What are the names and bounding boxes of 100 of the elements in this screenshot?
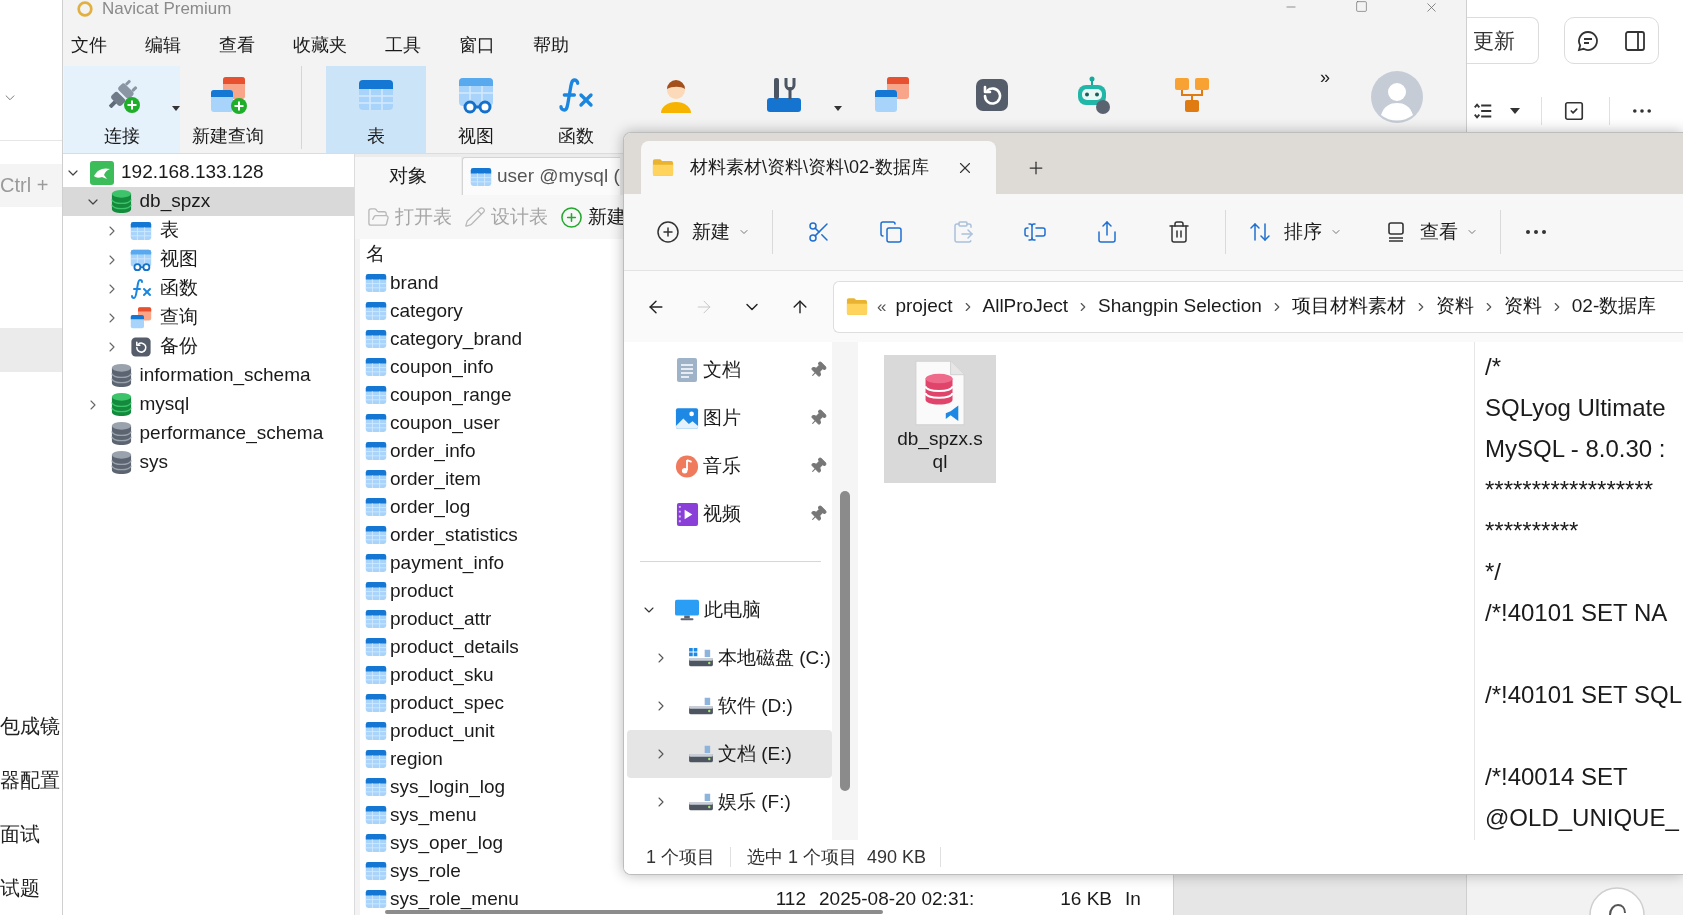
table-item[interactable]: product	[364, 579, 454, 603]
tree-item[interactable]: 192.168.133.128	[63, 158, 354, 187]
table-icon	[364, 775, 388, 799]
table-item[interactable]: coupon_range	[364, 383, 512, 407]
share-icon	[1095, 220, 1119, 244]
table-item[interactable]: sys_role	[364, 859, 461, 883]
table-item[interactable]: payment_info	[364, 551, 505, 575]
menu-item[interactable]: 工具	[385, 33, 421, 57]
table-item[interactable]: product_attr	[364, 607, 492, 631]
nav-item[interactable]: 软件 (D:)	[627, 682, 832, 730]
sidebar-item[interactable]: 面试	[0, 807, 62, 861]
tree-item[interactable]: 函数	[63, 274, 354, 303]
avatar-icon[interactable]	[1371, 71, 1423, 123]
tree-item[interactable]: db_spzx	[63, 187, 354, 216]
tree-item[interactable]: 查询	[63, 303, 354, 332]
code-line: /*	[1485, 352, 1501, 382]
menu-item[interactable]: 文件	[71, 33, 107, 57]
sort-button[interactable]: 排序	[1236, 210, 1354, 254]
table-icon	[364, 495, 388, 519]
breadcrumb[interactable]: 项目材料素材	[1291, 292, 1406, 321]
table-item[interactable]: sys_login_log	[364, 775, 506, 799]
tree-item[interactable]: 表	[63, 216, 354, 245]
function-button[interactable]: 函数	[526, 66, 626, 153]
menu-item[interactable]: 窗口	[459, 33, 495, 57]
table-item[interactable]: sys_oper_log	[364, 831, 504, 855]
table-item[interactable]: sys_menu	[364, 803, 477, 827]
function-icon	[129, 276, 153, 301]
scrollbar-thumb[interactable]	[840, 491, 850, 791]
new-button[interactable]: 新建	[644, 210, 762, 254]
menu-item[interactable]: 帮助	[533, 33, 569, 57]
folder-icon	[846, 297, 868, 316]
sidebar-item[interactable]: 试题	[0, 861, 62, 915]
table-item[interactable]: category	[364, 299, 463, 323]
nav-item[interactable]: 图片	[627, 394, 832, 442]
tree-item[interactable]: 备份	[63, 332, 354, 361]
table-item[interactable]: coupon_user	[364, 411, 500, 435]
nav-item[interactable]: 文档	[627, 346, 832, 394]
tree-item[interactable]: information_schema	[63, 361, 354, 390]
sidebar-item[interactable]: 包成镜	[0, 699, 62, 753]
connect-button[interactable]: 连接	[64, 66, 180, 153]
scrollbar-thumb[interactable]	[385, 910, 883, 914]
view-button[interactable]: 视图	[426, 66, 526, 153]
tab[interactable]: 对象	[355, 157, 461, 195]
table-item[interactable]: order_log	[364, 495, 471, 519]
breadcrumb[interactable]: AllProJect	[982, 292, 1069, 321]
tab[interactable]: user @mysql (	[462, 157, 620, 195]
overflow-button[interactable]: »	[1320, 66, 1330, 88]
table-item[interactable]: order_item	[364, 467, 481, 491]
breadcrumb[interactable]: Shangpin Selection	[1098, 292, 1262, 321]
overflow-button[interactable]: «	[877, 293, 887, 320]
nav-item[interactable]: 音乐	[627, 442, 832, 490]
nav-item[interactable]: 此电脑	[627, 586, 832, 634]
clipboard-icon	[951, 220, 975, 244]
table-item[interactable]: category_brand	[364, 327, 523, 351]
tree-item[interactable]: mysql	[63, 390, 354, 419]
menu-item[interactable]: 编辑	[145, 33, 181, 57]
table-item[interactable]: order_info	[364, 439, 476, 463]
breadcrumb[interactable]: project	[895, 292, 953, 321]
plus-circle-icon	[560, 205, 583, 229]
table-icon	[364, 579, 388, 603]
folder-icon	[652, 158, 674, 177]
table-cell: In	[1125, 888, 1141, 910]
table-item[interactable]: product_spec	[364, 691, 505, 715]
menu-item[interactable]: 收藏夹	[293, 33, 347, 57]
table-item[interactable]: sys_role_menu	[364, 887, 519, 911]
nav-item[interactable]: 文档 (E:)	[627, 730, 832, 778]
nav-item[interactable]: 本地磁盘 (C:)	[627, 634, 832, 682]
table-item[interactable]: product_details	[364, 635, 519, 659]
table-item[interactable]: region	[364, 747, 443, 771]
breadcrumb[interactable]: 资料	[1435, 292, 1474, 321]
column-header: 名	[366, 243, 385, 265]
tools-icon	[764, 75, 804, 115]
new-query-button[interactable]: 新建查询	[180, 66, 276, 153]
drive-icon	[688, 791, 714, 813]
window-tab[interactable]: 材料素材\资料\资料\02-数据库	[641, 141, 996, 194]
tree-item[interactable]: performance_schema	[63, 419, 354, 448]
menu-item[interactable]: 查看	[219, 33, 255, 57]
view-button[interactable]: 查看	[1372, 210, 1490, 254]
file-item[interactable]: db_spzx.sql	[884, 355, 996, 483]
table-item[interactable]: brand	[364, 271, 439, 295]
table-button[interactable]: 表	[326, 66, 426, 153]
more-icon	[1526, 230, 1546, 234]
table-icon	[364, 299, 388, 323]
breadcrumb[interactable]: 资料	[1503, 292, 1542, 321]
window-title: Navicat Premium	[102, 0, 232, 18]
table-icon	[364, 859, 388, 883]
table-item[interactable]: product_sku	[364, 663, 494, 687]
tree-item[interactable]: 视图	[63, 245, 354, 274]
table-item[interactable]: product_unit	[364, 719, 495, 743]
nav-item[interactable]: 视频	[627, 490, 832, 538]
address-bar[interactable]: « project AllProJect Shangpin Selection 项目材料素材 资料 资料 02-数据库	[833, 280, 1683, 333]
tree-item[interactable]: sys	[63, 448, 354, 477]
table-item[interactable]: coupon_info	[364, 355, 494, 379]
toolbar-button[interactable]: 新建	[560, 202, 626, 232]
search-field[interactable]: Ctrl +	[0, 164, 62, 207]
table-cell-text: 2025-08-20 02:31:	[819, 888, 976, 910]
sidebar-item[interactable]: 器配置	[0, 753, 62, 807]
table-item[interactable]: order_statistics	[364, 523, 518, 547]
nav-item[interactable]: 娱乐 (F:)	[627, 778, 832, 826]
breadcrumb[interactable]: 02-数据库	[1571, 292, 1657, 321]
